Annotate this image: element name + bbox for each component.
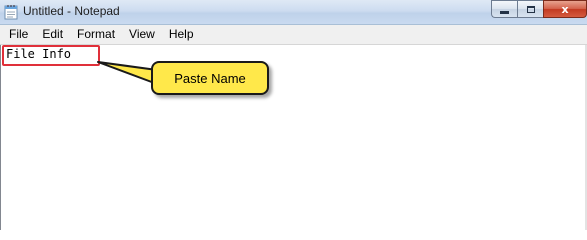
callout-label: Paste Name <box>151 61 269 95</box>
close-icon: x <box>561 2 569 16</box>
minimize-icon <box>500 10 509 14</box>
text-editor[interactable] <box>0 45 587 230</box>
menu-format[interactable]: Format <box>70 25 122 44</box>
highlight-box <box>2 45 100 66</box>
title-bar[interactable]: Untitled - Notepad x <box>0 0 587 25</box>
menu-view[interactable]: View <box>122 25 162 44</box>
callout-text: Paste Name <box>174 70 246 86</box>
caption-buttons: x <box>491 0 587 20</box>
notepad-icon[interactable] <box>4 4 18 20</box>
notepad-window: Untitled - Notepad x File Edit Format Vi… <box>0 0 587 230</box>
maximize-button[interactable] <box>517 0 543 18</box>
menu-edit[interactable]: Edit <box>35 25 70 44</box>
close-button[interactable]: x <box>543 0 587 18</box>
minimize-button[interactable] <box>491 0 517 18</box>
window-title: Untitled - Notepad <box>23 4 120 18</box>
menu-file[interactable]: File <box>0 25 35 44</box>
menu-help[interactable]: Help <box>162 25 201 44</box>
menu-bar: File Edit Format View Help <box>0 25 587 45</box>
maximize-icon <box>526 5 535 13</box>
